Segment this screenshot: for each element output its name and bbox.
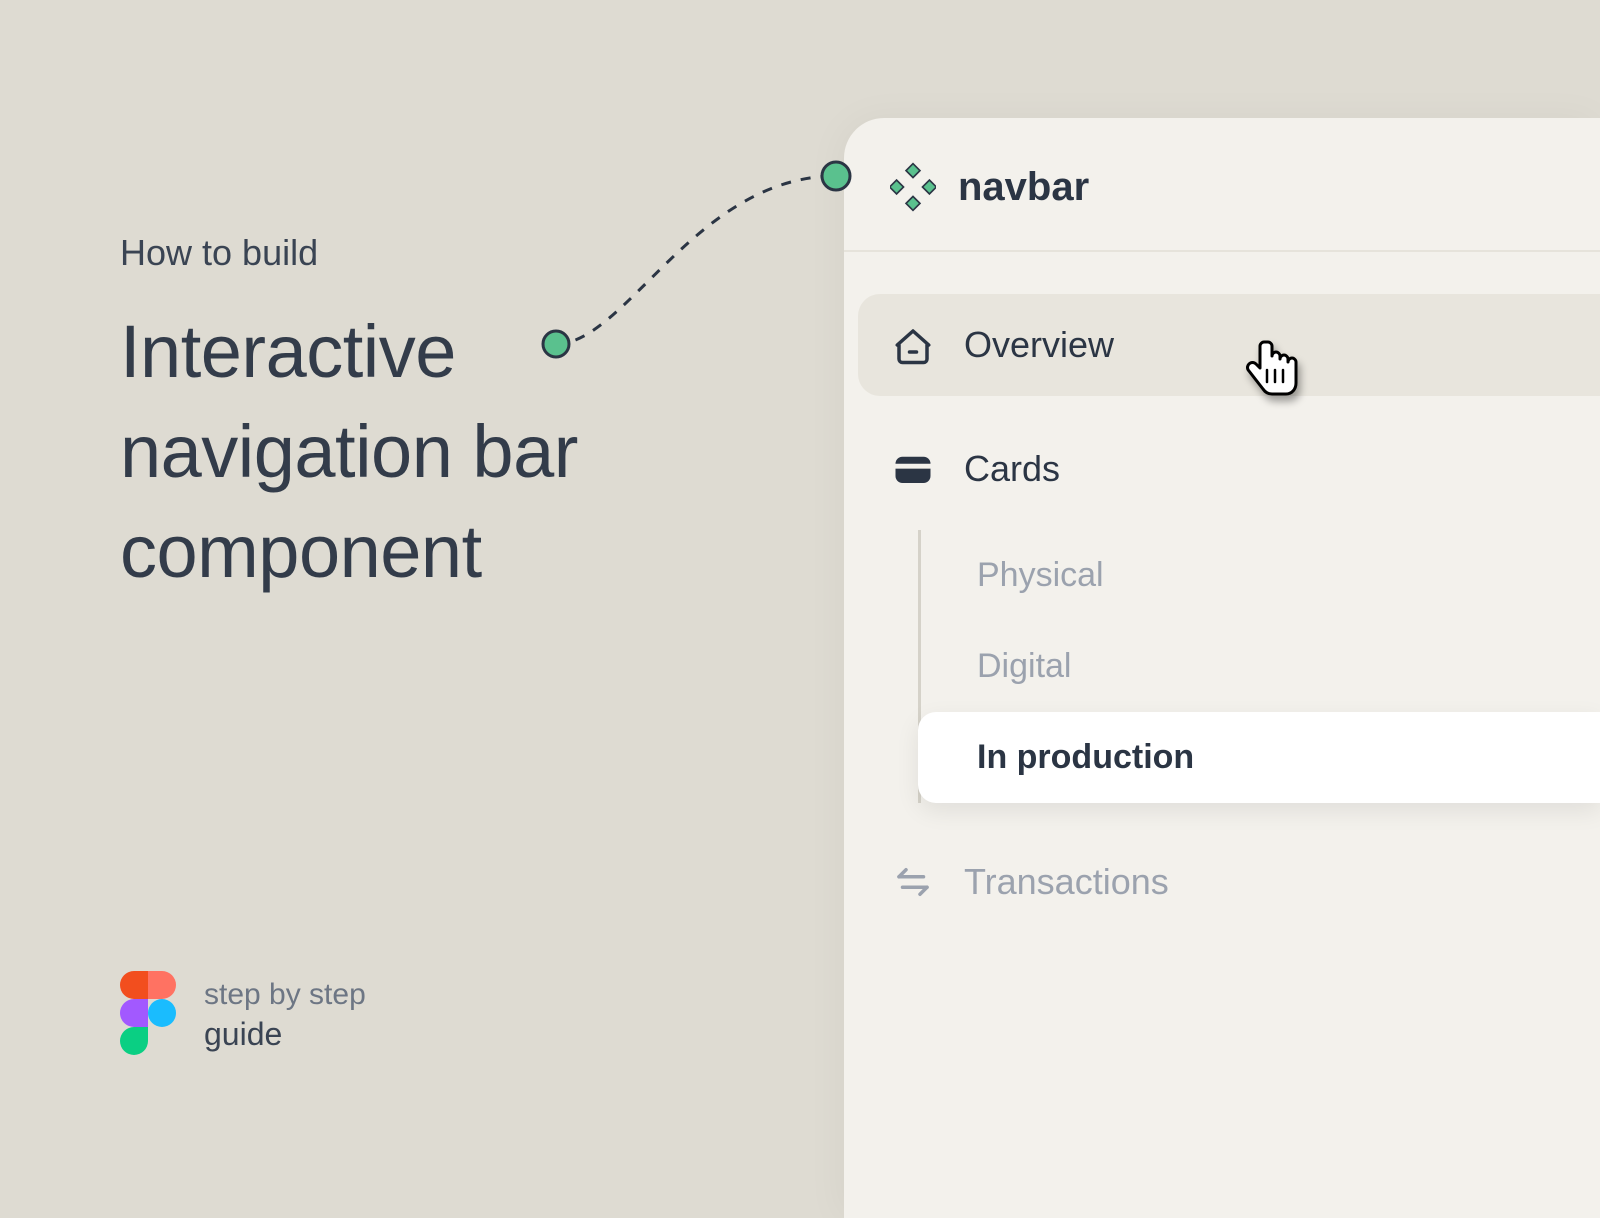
connector-line [536, 156, 876, 376]
panel-title: navbar [958, 165, 1089, 210]
nav-item-label: Cards [964, 448, 1060, 490]
hero-line-2: navigation bar [120, 410, 578, 493]
transfer-arrows-icon [890, 859, 936, 905]
hero-line-3: component [120, 510, 482, 593]
footer-line-2: guide [204, 1016, 366, 1053]
navbar-panel: navbar Overview Cards [844, 118, 1600, 1218]
panel-header: navbar [844, 118, 1600, 252]
sub-item-physical[interactable]: Physical [921, 530, 1600, 621]
eyebrow-text: How to build [120, 232, 578, 274]
hero-block: How to build Interactive navigation bar … [120, 232, 578, 602]
nav-item-transactions[interactable]: Transactions [844, 831, 1600, 933]
sub-item-in-production[interactable]: In production [918, 712, 1600, 803]
hero-title: Interactive navigation bar component [120, 302, 578, 602]
figma-logo-icon [120, 971, 176, 1060]
footer-badge: step by step guide [120, 971, 366, 1060]
pointer-cursor-icon [1244, 336, 1302, 405]
cards-icon [890, 446, 936, 492]
cards-subnav: Physical Digital In production [918, 530, 1600, 803]
footer-line-1: step by step [204, 978, 366, 1012]
nav-item-cards[interactable]: Cards [844, 418, 1600, 520]
nav-item-label: Overview [964, 324, 1114, 366]
component-diamond-icon [890, 164, 936, 210]
nav-item-label: Transactions [964, 861, 1169, 903]
nav-item-overview[interactable]: Overview [858, 294, 1600, 396]
sub-item-digital[interactable]: Digital [921, 621, 1600, 712]
hero-line-1: Interactive [120, 310, 456, 393]
home-icon [890, 322, 936, 368]
